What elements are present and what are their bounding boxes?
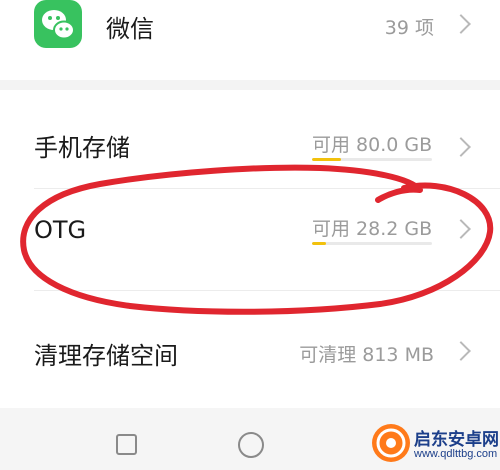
chevron-right-icon [451,14,471,34]
otg-label: OTG [34,216,87,244]
otg-available: 可用 28.2 GB [312,218,433,240]
chevron-right-icon [451,137,471,157]
home-button[interactable] [238,432,264,458]
otg-usage-bar [312,242,432,245]
cleanup-storage-label: 清理存储空间 [34,342,178,370]
divider [34,188,500,189]
watermark-url: www.qdlttbg.com [414,448,498,460]
otg-usage-fill [312,242,327,245]
chevron-right-icon [451,219,471,239]
cleanup-storage-row[interactable]: 清理存储空间 可清理 813 MB [0,318,500,378]
wechat-app-icon [34,0,82,48]
divider [34,290,500,291]
phone-storage-usage-bar [312,158,432,161]
phone-storage-label: 手机存储 [34,134,130,162]
section-gap [0,80,500,90]
watermark-logo-icon [372,424,410,462]
recent-apps-button[interactable] [116,434,137,455]
cleanup-storage-amount: 可清理 813 MB [299,344,434,366]
otg-row[interactable]: OTG 可用 28.2 GB [0,194,500,264]
wechat-item-count: 39 项 [384,17,434,39]
phone-storage-usage-fill [312,158,341,161]
phone-storage-available: 可用 80.0 GB [312,134,433,156]
watermark-title: 启东安卓网 [414,430,499,450]
wechat-label: 微信 [106,15,154,43]
chevron-right-icon [451,341,471,361]
watermark: 启东安卓网 www.qdlttbg.com [368,418,500,470]
wechat-row[interactable]: 微信 39 项 [0,0,500,50]
phone-storage-row[interactable]: 手机存储 可用 80.0 GB [0,110,500,180]
